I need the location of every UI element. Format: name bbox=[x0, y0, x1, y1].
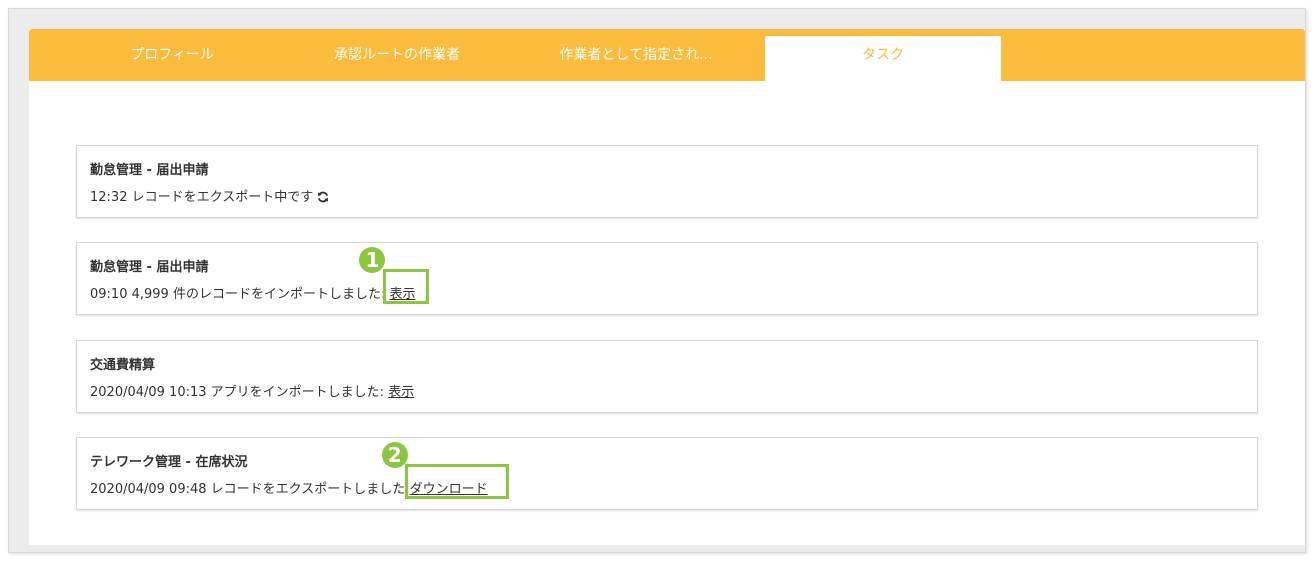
task-card: 勤怠管理 - 届出申請 12:32 レコードをエクスポート中です bbox=[76, 145, 1258, 218]
view-link[interactable]: 表示 bbox=[389, 287, 415, 302]
tab-bar: プロフィール 承認ルートの作業者 作業者として指定され... タスク bbox=[29, 29, 1305, 82]
task-title: 勤怠管理 - 届出申請 bbox=[90, 163, 209, 178]
task-message-text: 09:10 4,999 件のレコードをインポートしました: bbox=[90, 287, 386, 302]
view-link[interactable]: 表示 bbox=[388, 385, 414, 400]
task-message: 2020/04/09 09:48 レコードをエクスポートしました: ダウンロード… bbox=[90, 442, 509, 499]
annotation-badge: 2 bbox=[381, 442, 408, 468]
task-title: 交通費精算 bbox=[90, 358, 156, 373]
task-title: テレワーク管理 - 在席状況 bbox=[90, 455, 248, 470]
task-card: 勤怠管理 - 届出申請 09:10 4,999 件のレコードをインポートしました… bbox=[76, 242, 1258, 315]
task-message: 09:10 4,999 件のレコードをインポートしました: 表示 1 bbox=[90, 247, 430, 304]
tab-approval-route-workers[interactable]: 承認ルートの作業者 bbox=[287, 29, 507, 81]
download-link[interactable]: ダウンロード bbox=[410, 482, 488, 497]
task-message-text: 2020/04/09 10:13 アプリをインポートしました: bbox=[90, 385, 385, 400]
sync-icon bbox=[317, 191, 329, 207]
task-message: 12:32 レコードをエクスポート中です bbox=[90, 186, 329, 207]
task-message-text: 2020/04/09 09:48 レコードをエクスポートしました: bbox=[90, 482, 410, 497]
task-message-text: 12:32 レコードをエクスポート中です bbox=[90, 190, 314, 205]
tab-assigned-as-worker[interactable]: 作業者として指定され... bbox=[507, 29, 765, 81]
tab-tasks[interactable]: タスク bbox=[765, 36, 1001, 82]
window-frame: プロフィール 承認ルートの作業者 作業者として指定され... タスク 勤怠管理 … bbox=[8, 8, 1306, 553]
task-title: 勤怠管理 - 届出申請 bbox=[90, 260, 209, 275]
annotation-badge: 1 bbox=[359, 247, 386, 273]
view-link-wrap: 表示 1 bbox=[359, 247, 430, 304]
tab-profile[interactable]: プロフィール bbox=[57, 29, 287, 81]
task-card: 交通費精算 2020/04/09 10:13 アプリをインポートしました: 表示 bbox=[76, 340, 1258, 413]
task-card: テレワーク管理 - 在席状況 2020/04/09 09:48 レコードをエクス… bbox=[76, 437, 1258, 510]
download-link-wrap: ダウンロード 2 bbox=[381, 442, 509, 499]
main-panel: プロフィール 承認ルートの作業者 作業者として指定され... タスク 勤怠管理 … bbox=[29, 29, 1305, 545]
task-message: 2020/04/09 10:13 アプリをインポートしました: 表示 bbox=[90, 381, 414, 400]
